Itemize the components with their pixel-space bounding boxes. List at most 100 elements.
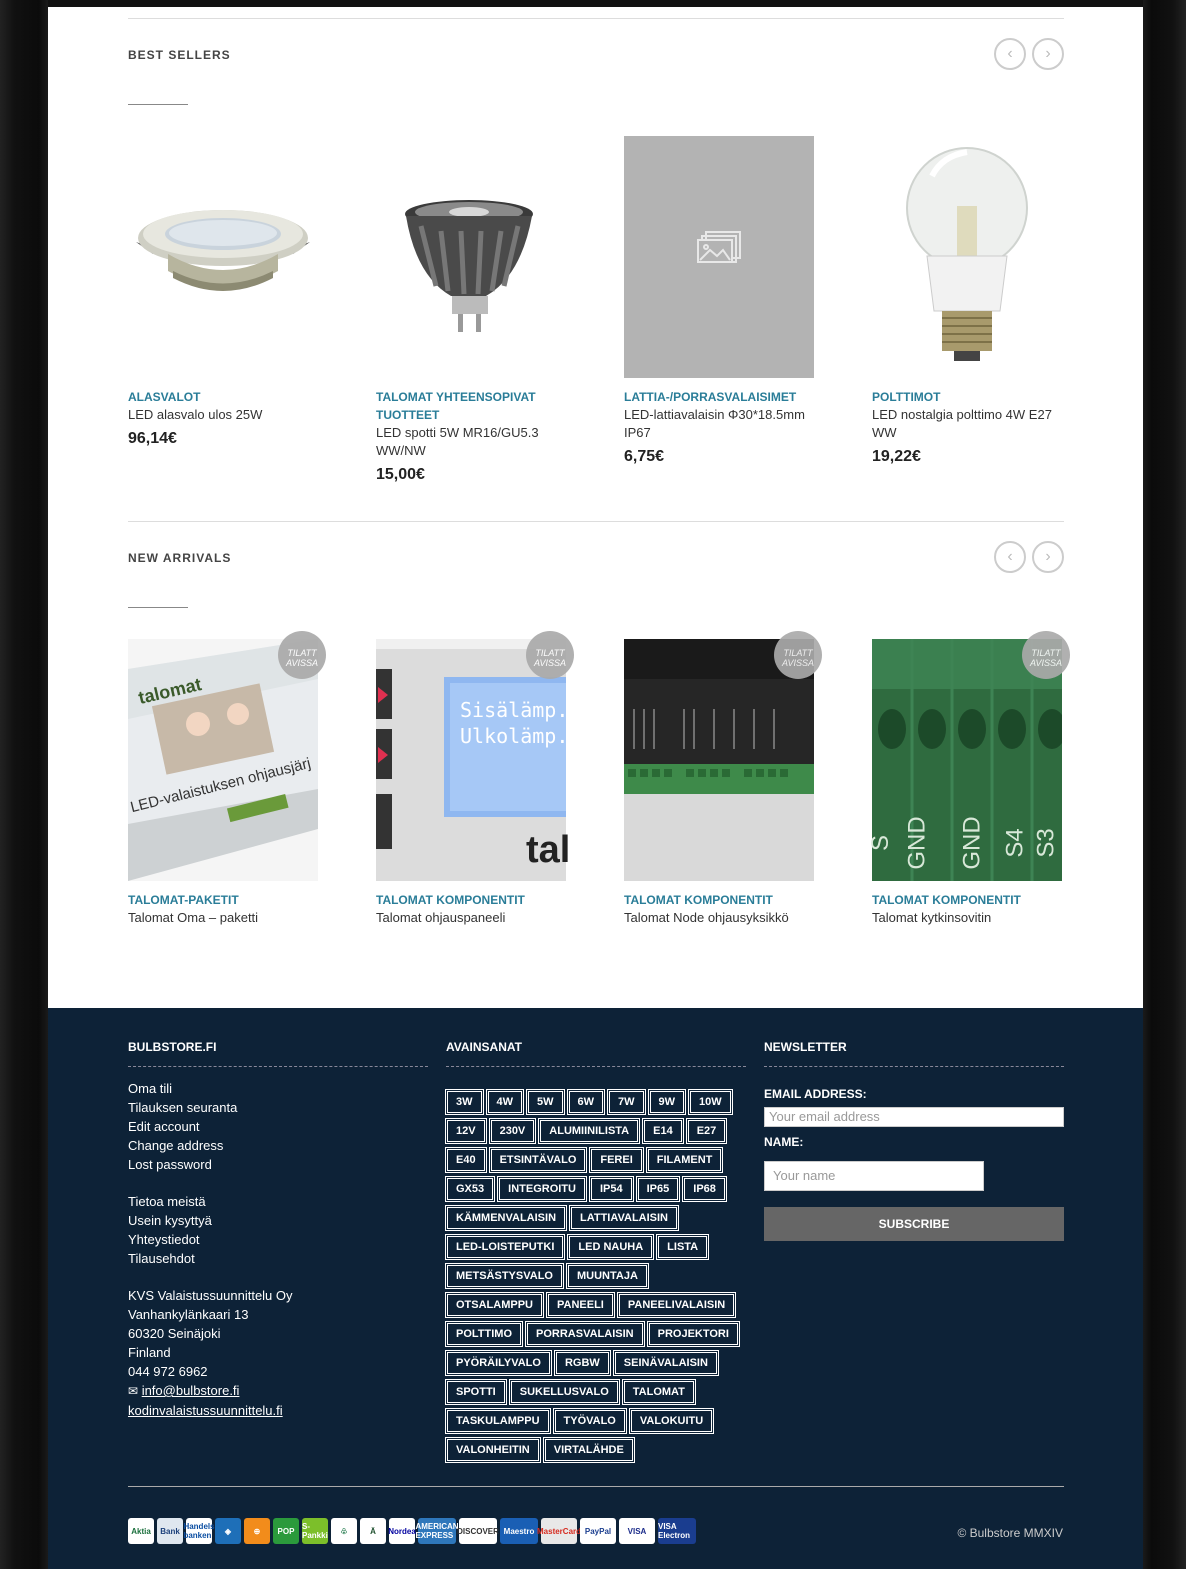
footer-link-usein-kysyttya[interactable]: Usein kysyttyä (128, 1211, 428, 1230)
footer-link-tilauksen-seuranta[interactable]: Tilauksen seuranta (128, 1098, 428, 1117)
product-card[interactable]: POLTTIMOT LED nostalgia polttimo 4W E27 … (872, 136, 1062, 466)
subscribe-button[interactable]: SUBSCRIBE (764, 1207, 1064, 1241)
product-name-link[interactable]: LED alasvalo ulos 25W (128, 406, 318, 424)
product-category-link[interactable]: TALOMAT YHTEENSOPIVAT TUOTTEET (376, 388, 566, 424)
keyword-tag[interactable]: FILAMENT (645, 1147, 724, 1173)
footer-link-yhteystiedot[interactable]: Yhteystiedot (128, 1230, 428, 1249)
keyword-tag[interactable]: 7W (607, 1089, 646, 1115)
keyword-tag[interactable]: MUUNTAJA (565, 1263, 649, 1289)
product-category-link[interactable]: LATTIA-/PORRASVALAISIMET (624, 388, 814, 406)
keyword-tag[interactable]: TALOMAT (621, 1379, 696, 1405)
product-name-link[interactable]: Talomat Oma – paketti (128, 909, 318, 927)
product-image[interactable]: S GND GND S4 S3 TILATT AVISSA (867, 631, 1070, 881)
keyword-tag[interactable]: KÄMMENVALAISIN (444, 1205, 568, 1231)
keyword-tag[interactable]: SPOTTI (445, 1379, 507, 1405)
keyword-tag[interactable]: 9W (647, 1089, 686, 1115)
keyword-tag[interactable]: VALOKUITU (628, 1408, 715, 1434)
footer-link-lost-password[interactable]: Lost password (128, 1155, 428, 1174)
product-card[interactable]: LATTIA-/PORRASVALAISIMET LED-lattiavalai… (624, 136, 814, 466)
footer-link-tilausehdot[interactable]: Tilausehdot (128, 1249, 428, 1268)
keyword-tag[interactable]: VALONHEITIN (445, 1437, 541, 1463)
keyword-tag[interactable]: SEINÄVALAISIN (612, 1350, 719, 1376)
keyword-tag[interactable]: 5W (526, 1089, 565, 1115)
copyright-text: © Bulbstore MMXIV (957, 1526, 1063, 1540)
keyword-tag[interactable]: LED-LOISTEPUTKI (444, 1234, 566, 1260)
keyword-tag[interactable]: 12V (445, 1118, 487, 1144)
keyword-tag[interactable]: IP54 (589, 1176, 634, 1202)
keyword-tag[interactable]: TASKULAMPPU (445, 1408, 551, 1434)
footer-link-edit-account[interactable]: Edit account (128, 1117, 428, 1136)
keyword-tag[interactable]: IP68 (682, 1176, 727, 1202)
keyword-tag[interactable]: IP65 (635, 1176, 681, 1202)
keyword-tag[interactable]: TYÖVALO (552, 1408, 627, 1434)
keyword-tag[interactable]: PANEELI (546, 1292, 615, 1318)
availability-badge: TILATT AVISSA (278, 631, 326, 679)
product-image[interactable]: talomat LED-valaistuksen ohjausjärj TILA… (128, 631, 326, 881)
product-image-placeholder[interactable] (624, 136, 814, 378)
product-image[interactable] (128, 136, 318, 378)
product-category-link[interactable]: TALOMAT-PAKETIT (128, 891, 318, 909)
product-name-link[interactable]: Talomat kytkinsovitin (872, 909, 1062, 927)
keyword-tag[interactable]: E27 (685, 1118, 728, 1144)
keyword-tag[interactable]: 6W (566, 1089, 605, 1115)
product-category-link[interactable]: ALASVALOT (128, 388, 318, 406)
product-card[interactable]: ALASVALOT LED alasvalo ulos 25W 96,14€ (128, 136, 318, 448)
keyword-tag[interactable]: PROJEKTORI (646, 1321, 740, 1347)
product-name-link[interactable]: Talomat Node ohjausyksikkö (624, 909, 814, 927)
keyword-tag[interactable]: PYÖRÄILYVALO (445, 1350, 552, 1376)
keyword-tag[interactable]: LATTIAVALAISIN (569, 1205, 680, 1231)
keyword-tag[interactable]: METSÄSTYSVALO (445, 1263, 564, 1289)
keyword-tag[interactable]: VIRTALÄHDE (542, 1437, 635, 1463)
availability-badge: TILATT AVISSA (526, 631, 574, 679)
keyword-tag[interactable]: LISTA (656, 1234, 710, 1260)
keyword-tag[interactable]: E14 (642, 1118, 684, 1144)
keyword-tag[interactable]: FEREI (589, 1147, 644, 1173)
keyword-tag[interactable]: POLTTIMO (444, 1321, 524, 1347)
keyword-tag[interactable]: 10W (688, 1089, 733, 1115)
product-name-link[interactable]: LED nostalgia polttimo 4W E27 WW (872, 406, 1062, 442)
keyword-tag[interactable]: OTSALAMPPU (445, 1292, 544, 1318)
keyword-tag[interactable]: SUKELLUSVALO (508, 1379, 620, 1405)
footer-link-tietoa-meista[interactable]: Tietoa meistä (128, 1192, 428, 1211)
product-name-link[interactable]: Talomat ohjauspaneeli (376, 909, 566, 927)
product-image[interactable] (872, 136, 1062, 378)
keyword-tag[interactable]: LED NAUHA (567, 1234, 655, 1260)
keyword-tag[interactable]: RGBW (553, 1350, 611, 1376)
keyword-tag[interactable]: 4W (485, 1089, 524, 1115)
payment-logo: S-Pankki (302, 1518, 328, 1544)
product-image[interactable]: TILATT AVISSA (624, 631, 822, 881)
product-card[interactable]: talomat LED-valaistuksen ohjausjärj TILA… (128, 631, 326, 927)
carousel-next-button[interactable]: › (1032, 38, 1064, 70)
keyword-tag[interactable]: ETSINTÄVALO (488, 1147, 588, 1173)
product-category-link[interactable]: POLTTIMOT (872, 388, 1062, 406)
product-card[interactable]: S GND GND S4 S3 TILATT AVISSA TALOMAT KOM… (867, 631, 1070, 927)
keyword-tag[interactable]: GX53 (444, 1176, 496, 1202)
newsletter-email-input[interactable]: Your email address (764, 1107, 1064, 1127)
product-category-link[interactable]: TALOMAT KOMPONENTIT (872, 891, 1062, 909)
keyword-tag[interactable]: ALUMIINILISTA (538, 1118, 641, 1144)
keyword-tag[interactable]: 230V (488, 1118, 537, 1144)
footer-link-change-address[interactable]: Change address (128, 1136, 428, 1155)
keyword-tag[interactable]: PANEELIVALAISIN (616, 1292, 737, 1318)
product-image[interactable] (376, 136, 566, 378)
keyword-tag[interactable]: INTEGROITU (497, 1176, 587, 1202)
footer-link-oma-tili[interactable]: Oma tili (128, 1079, 428, 1098)
keyword-tag[interactable]: 3W (445, 1089, 484, 1115)
product-category-link[interactable]: TALOMAT KOMPONENTIT (376, 891, 566, 909)
keyword-tag[interactable]: E40 (445, 1147, 487, 1173)
product-card[interactable]: TALOMAT YHTEENSOPIVAT TUOTTEET LED spott… (376, 136, 566, 484)
carousel-prev-button[interactable]: ‹ (994, 541, 1026, 573)
newsletter-name-input[interactable]: Your name (764, 1161, 984, 1191)
keyword-tag[interactable]: PORRASVALAISIN (525, 1321, 645, 1347)
product-image[interactable]: Sisälämp. Ulkolämp. tal TILATT AVISSA (376, 631, 574, 881)
product-card[interactable]: TILATT AVISSA TALOMAT KOMPONENTIT Talomat… (624, 631, 822, 927)
email-link[interactable]: ✉ info@bulbstore.fi (128, 1381, 428, 1401)
carousel-next-button[interactable]: › (1032, 541, 1064, 573)
product-name-link[interactable]: LED spotti 5W MR16/GU5.3 WW/NW (376, 424, 566, 460)
website-link[interactable]: kodinvalaistussuunnittelu.fi (128, 1401, 428, 1420)
product-name-link[interactable]: LED-lattiavalaisin Φ30*18.5mm IP67 (624, 406, 814, 442)
payment-logo: Aktia (128, 1518, 154, 1544)
product-card[interactable]: Sisälämp. Ulkolämp. tal TILATT AVISSA TAL… (376, 631, 574, 927)
product-category-link[interactable]: TALOMAT KOMPONENTIT (624, 891, 814, 909)
carousel-prev-button[interactable]: ‹ (994, 38, 1026, 70)
